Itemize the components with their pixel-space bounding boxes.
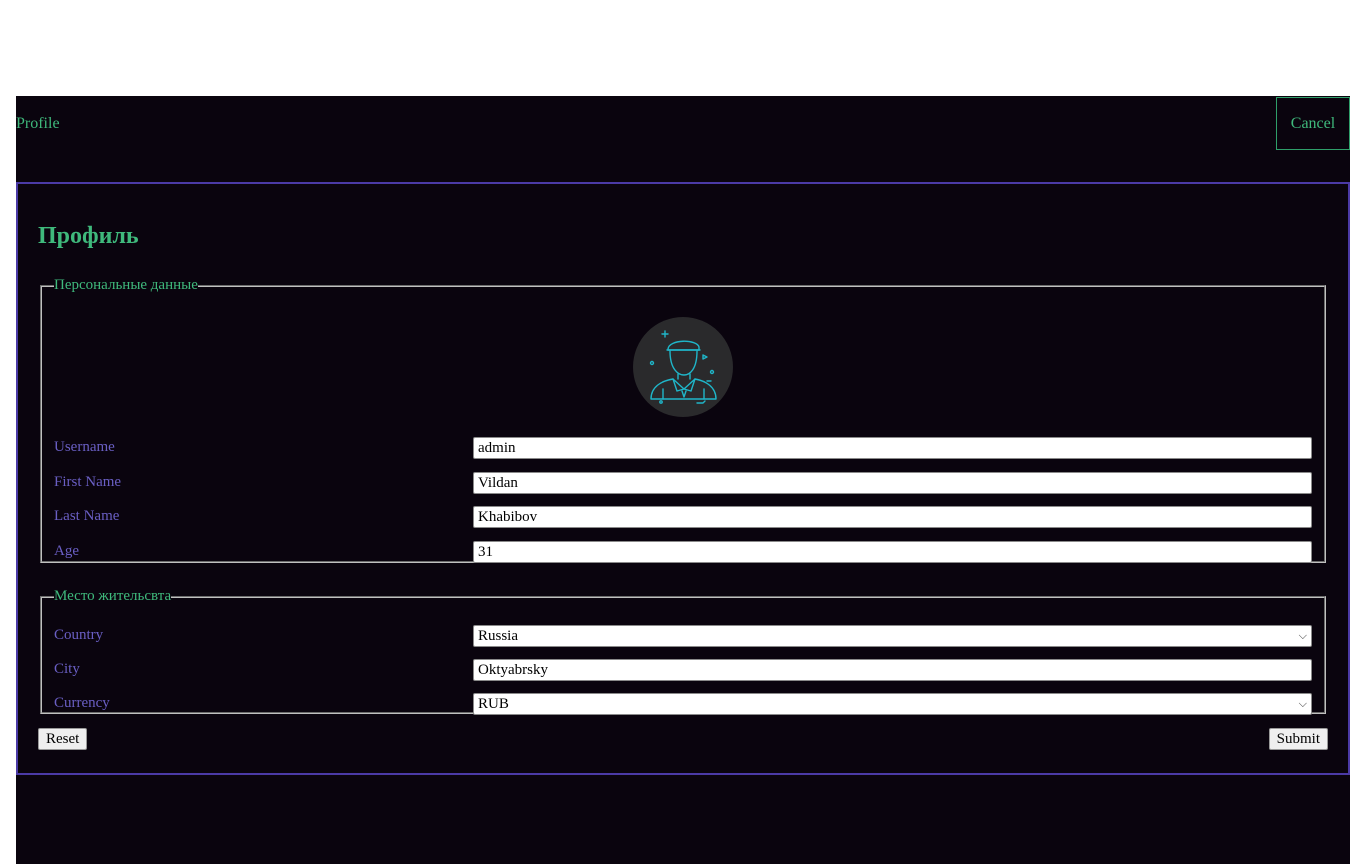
country-label: Country xyxy=(54,627,104,643)
city-label: City xyxy=(54,661,80,677)
first-name-label: First Name xyxy=(54,474,122,490)
brand-link[interactable]: Profile xyxy=(16,115,60,133)
city-input[interactable] xyxy=(473,659,1312,681)
first-name-input[interactable] xyxy=(473,472,1312,494)
page-title: Профиль xyxy=(38,223,139,249)
age-input[interactable] xyxy=(473,541,1312,563)
cancel-button[interactable]: Cancel xyxy=(1276,97,1350,150)
reset-button[interactable]: Reset xyxy=(38,728,88,750)
chevron-down-icon: ⌵ xyxy=(1298,629,1307,642)
residence-legend: Место жительсвта xyxy=(54,588,172,604)
last-name-input[interactable] xyxy=(473,506,1312,528)
user-avatar-icon[interactable] xyxy=(633,317,733,417)
last-name-label: Last Name xyxy=(54,508,120,524)
age-label: Age xyxy=(54,543,79,559)
app-container: Profile Cancel Профиль Персональные данн… xyxy=(16,96,1350,864)
username-label: Username xyxy=(54,439,115,455)
username-input[interactable] xyxy=(473,437,1312,459)
personal-data-legend: Персональные данные xyxy=(54,277,198,293)
personal-data-fieldset: Персональные данные Username admin First… xyxy=(40,277,1326,563)
residence-fieldset: Место жительсвта Country Russia ⌵ City C… xyxy=(40,588,1326,715)
profile-form: Профиль Персональные данные Username adm… xyxy=(16,182,1350,775)
chevron-down-icon: ⌵ xyxy=(1298,697,1307,710)
country-select-value: Russia xyxy=(478,627,519,644)
submit-button[interactable]: Submit xyxy=(1268,728,1328,750)
currency-select-value: RUB xyxy=(478,695,509,712)
top-bar: Profile Cancel xyxy=(16,96,1350,152)
currency-select[interactable]: RUB ⌵ xyxy=(473,693,1312,715)
currency-label: Currency xyxy=(54,695,110,711)
country-select[interactable]: Russia ⌵ xyxy=(473,625,1312,647)
